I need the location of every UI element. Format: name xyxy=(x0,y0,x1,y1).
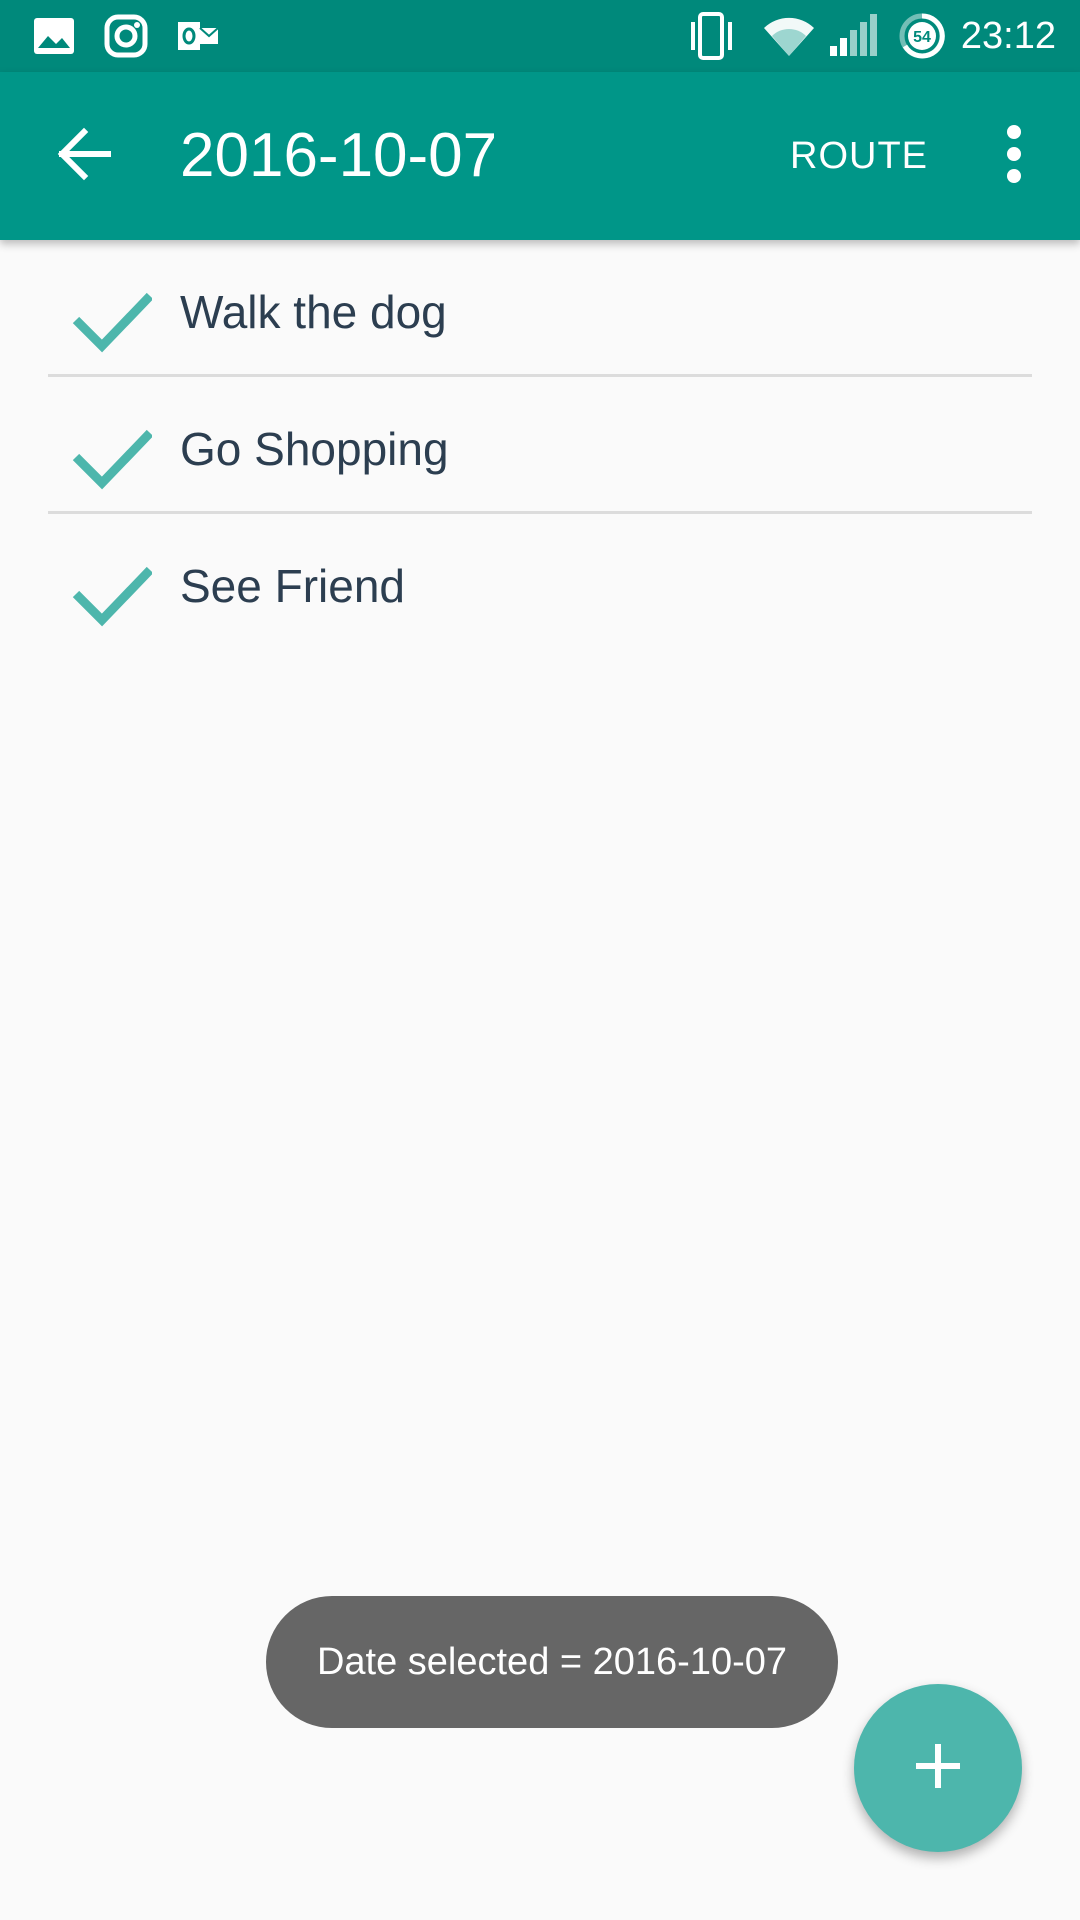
page-title: 2016-10-07 xyxy=(180,121,498,190)
battery-level: 54 xyxy=(913,29,931,46)
back-button[interactable] xyxy=(40,112,128,200)
task-label: Walk the dog xyxy=(180,286,447,338)
add-task-button[interactable] xyxy=(854,1684,1022,1852)
instagram-icon xyxy=(104,14,148,58)
task-item[interactable]: Go Shopping xyxy=(48,377,1032,514)
task-item[interactable]: See Friend xyxy=(48,514,1032,648)
toast-message: Date selected = 2016-10-07 xyxy=(266,1596,838,1728)
screen: 54 23:12 2016-10-07 ROUTE Walk the dog G… xyxy=(0,0,1080,1920)
check-icon xyxy=(72,564,154,628)
task-item[interactable]: Walk the dog xyxy=(48,240,1032,377)
back-arrow-icon xyxy=(56,126,112,187)
status-bar: 54 23:12 xyxy=(0,0,1080,72)
vibrate-icon xyxy=(690,12,734,60)
route-button[interactable]: ROUTE xyxy=(790,128,928,184)
app-bar: 2016-10-07 ROUTE xyxy=(0,72,1080,240)
signal-icon xyxy=(830,14,878,58)
task-label: See Friend xyxy=(180,560,406,612)
status-time: 23:12 xyxy=(960,15,1056,57)
task-label: Go Shopping xyxy=(180,423,449,475)
wifi-icon xyxy=(762,14,816,58)
outlook-icon xyxy=(178,14,218,58)
check-icon xyxy=(72,290,154,354)
plus-icon xyxy=(914,1742,962,1795)
overflow-menu-button[interactable] xyxy=(984,112,1044,200)
gallery-icon xyxy=(34,14,74,58)
task-list: Walk the dog Go Shopping See Friend xyxy=(48,240,1032,648)
toast-text: Date selected = 2016-10-07 xyxy=(316,1640,788,1683)
battery-icon: 54 xyxy=(898,13,946,59)
more-vert-icon xyxy=(1004,124,1024,189)
check-icon xyxy=(72,427,154,491)
